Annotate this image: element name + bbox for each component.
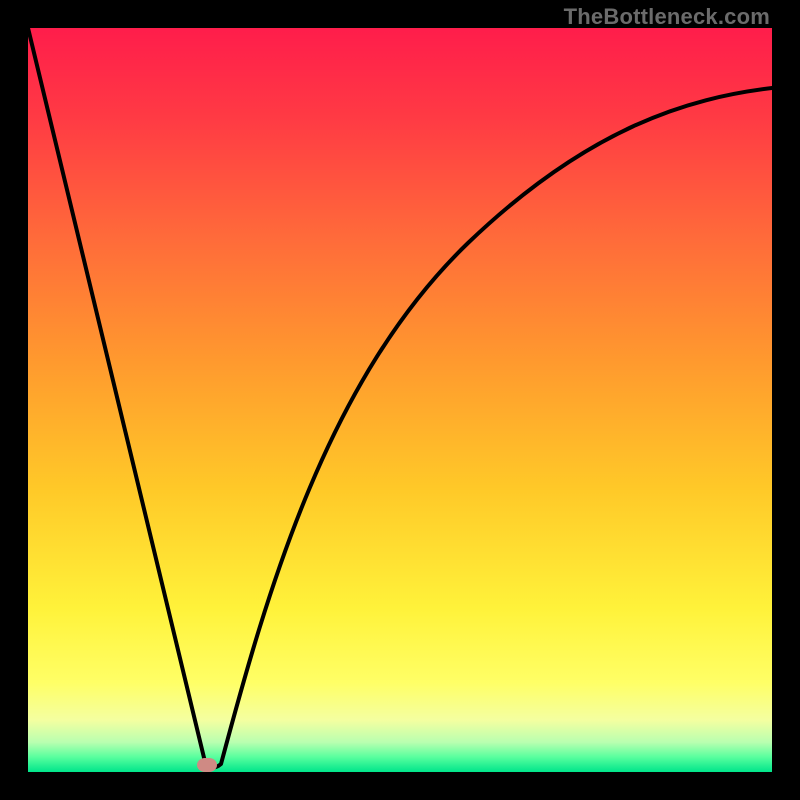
optimal-point-marker [197, 758, 217, 772]
bottleneck-curve [28, 28, 772, 772]
watermark-text: TheBottleneck.com [564, 4, 770, 30]
plot-area [28, 28, 772, 772]
